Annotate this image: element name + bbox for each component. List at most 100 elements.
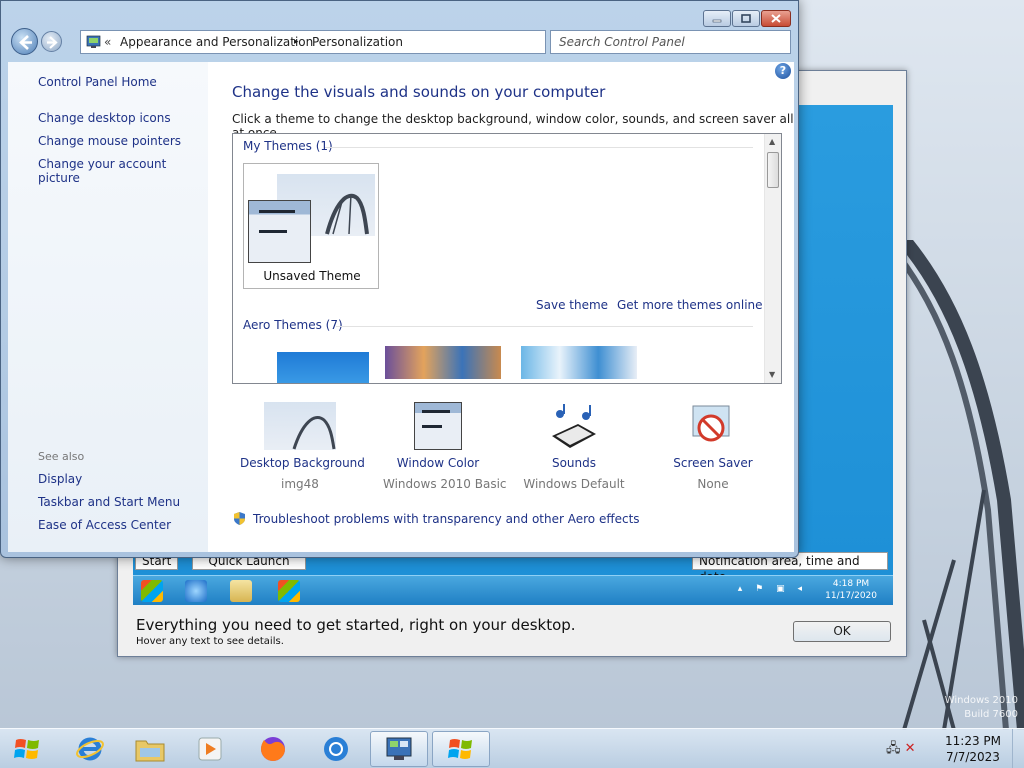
control-panel-home-link[interactable]: Control Panel Home — [38, 75, 157, 89]
my-themes-divider — [325, 147, 753, 148]
theme-window-swatch — [248, 200, 311, 263]
control-panel-icon — [86, 35, 101, 48]
sounds-icon — [548, 402, 600, 450]
taskbar-explorer-button[interactable] — [123, 731, 177, 767]
content-area: Control Panel Home Change desktop icons … — [8, 62, 794, 552]
window-color-item[interactable]: Window Color Windows 2010 Basic — [383, 402, 507, 491]
personalization-window: « Appearance and Personalization ▸ Perso… — [0, 0, 799, 558]
aero-theme-windows[interactable] — [277, 352, 369, 383]
troubleshoot-link-text[interactable]: Troubleshoot problems with transparency … — [253, 512, 640, 526]
tour-clock: 4:18 PM 11/17/2020 — [825, 578, 877, 602]
window-color-value: Windows 2010 Basic — [383, 477, 507, 491]
tour-folder-icon — [230, 580, 252, 602]
sounds-item[interactable]: Sounds Windows Default — [519, 402, 629, 491]
ease-of-access-link[interactable]: Ease of Access Center — [38, 518, 171, 532]
taskbar-media-button[interactable] — [183, 731, 237, 767]
troubleshoot-link[interactable]: Troubleshoot problems with transparency … — [232, 511, 640, 526]
close-button[interactable] — [761, 10, 791, 27]
sounds-label[interactable]: Sounds — [519, 456, 629, 470]
tour-start-icon — [141, 580, 163, 602]
page-title: Change the visuals and sounds on your co… — [232, 83, 606, 101]
sounds-value: Windows Default — [523, 477, 625, 491]
change-desktop-icons-link[interactable]: Change desktop icons — [38, 111, 171, 125]
screen-saver-label[interactable]: Screen Saver — [667, 456, 759, 470]
piano-notes-icon — [552, 404, 596, 448]
aero-theme-architecture[interactable] — [385, 346, 501, 379]
arrow-right-icon — [47, 36, 58, 49]
aero-theme-characters[interactable] — [521, 346, 637, 379]
watermark-line-1: Windows 2010 — [944, 695, 1018, 706]
firefox-icon — [261, 737, 285, 761]
tour-clock-time: 4:18 PM — [832, 579, 870, 589]
help-icon[interactable]: ? — [775, 63, 791, 79]
tour-footer: Everything you need to get started, righ… — [136, 616, 576, 647]
back-button[interactable] — [11, 28, 38, 55]
themes-scrollbar[interactable]: ▲ ▼ — [764, 134, 781, 383]
aero-themes-label: Aero Themes (7) — [243, 318, 343, 332]
taskbar-clock[interactable]: 11:23 PM 7/7/2023 — [940, 733, 1006, 765]
change-account-picture-link[interactable]: Change your account picture — [38, 157, 208, 185]
taskbar-start-menu-link[interactable]: Taskbar and Start Menu — [38, 495, 180, 509]
unsaved-theme-name: Unsaved Theme — [263, 269, 361, 283]
desktop-background-icon — [264, 402, 336, 450]
get-more-themes-link[interactable]: Get more themes online — [617, 298, 763, 312]
tour-clock-date: 11/17/2020 — [825, 591, 877, 601]
desktop-background-item[interactable]: Desktop Background img48 — [240, 402, 365, 491]
taskbar-chrome-button[interactable] — [309, 731, 363, 767]
shield-icon — [234, 512, 245, 525]
scroll-down-arrow-icon[interactable]: ▼ — [769, 370, 775, 379]
scroll-up-arrow-icon[interactable]: ▲ — [769, 137, 775, 146]
desktop-background-value: img48 — [281, 477, 319, 491]
window-color-label[interactable]: Window Color — [383, 456, 493, 470]
window-lines-icon — [422, 410, 450, 428]
window-swatch-icon — [259, 210, 295, 233]
coaster-mini-icon — [292, 416, 336, 450]
clock-date: 7/7/2023 — [946, 750, 1000, 764]
desktop-background-label[interactable]: Desktop Background — [240, 456, 365, 470]
taskbar-firefox-button[interactable] — [246, 731, 300, 767]
window-color-icon — [414, 402, 462, 450]
screen-saver-item[interactable]: Screen Saver None — [667, 402, 759, 491]
close-icon — [771, 14, 781, 23]
breadcrumb-separator[interactable]: ▸ — [294, 37, 299, 47]
tour-ok-button[interactable]: OK — [793, 621, 891, 642]
watermark-line-2: Build 7600 — [964, 709, 1018, 720]
screen-saver-icon — [689, 402, 737, 450]
windows-logo-icon — [448, 739, 472, 759]
caption-buttons — [703, 10, 791, 27]
aero-themes-divider — [336, 326, 753, 327]
tour-message: Everything you need to get started, righ… — [136, 616, 576, 634]
tour-taskbar-preview: ▴ ⚑ ▣ ◂ 4:18 PM 11/17/2020 — [133, 575, 893, 605]
my-themes-label: My Themes (1) — [243, 139, 333, 153]
unsaved-theme-tile[interactable]: Unsaved Theme — [243, 163, 379, 289]
address-bar[interactable]: « Appearance and Personalization ▸ Perso… — [80, 30, 616, 54]
tray-icons: 🖧 ✕ — [886, 739, 916, 761]
no-screensaver-icon — [692, 405, 730, 442]
change-mouse-pointers-link[interactable]: Change mouse pointers — [38, 134, 181, 148]
network-icon[interactable]: 🖧 — [886, 741, 901, 756]
taskbar-ie-button[interactable] — [63, 731, 117, 767]
maximize-icon — [741, 14, 751, 23]
maximize-button[interactable] — [732, 10, 760, 27]
show-desktop-button[interactable] — [1012, 729, 1024, 768]
tour-tray-icons: ▴ ⚑ ▣ ◂ — [737, 584, 807, 594]
start-button[interactable] — [6, 731, 48, 767]
forward-button[interactable] — [41, 31, 62, 52]
taskbar-windows-tour-button[interactable] — [432, 731, 490, 767]
see-also-label: See also — [38, 450, 85, 463]
breadcrumb-personalization[interactable]: Personalization — [312, 35, 403, 49]
screen-saver-value: None — [697, 477, 729, 491]
scroll-thumb[interactable] — [767, 152, 779, 188]
minimize-icon — [712, 19, 722, 22]
taskbar: 🖧 ✕ 11:23 PM 7/7/2023 — [0, 728, 1024, 768]
minimize-button[interactable] — [703, 10, 731, 27]
display-link[interactable]: Display — [38, 472, 82, 486]
volume-muted-icon[interactable]: ✕ — [905, 741, 916, 756]
themes-list[interactable]: My Themes (1) Unsaved Theme Save theme G — [232, 133, 782, 384]
search-input[interactable]: Search Control Panel — [550, 30, 791, 54]
breadcrumb-appearance[interactable]: Appearance and Personalization — [120, 35, 313, 49]
media-player-icon — [198, 737, 222, 761]
save-theme-link[interactable]: Save theme — [536, 298, 608, 312]
breadcrumb-overflow[interactable]: « — [104, 35, 111, 49]
taskbar-control-panel-button[interactable] — [370, 731, 428, 767]
